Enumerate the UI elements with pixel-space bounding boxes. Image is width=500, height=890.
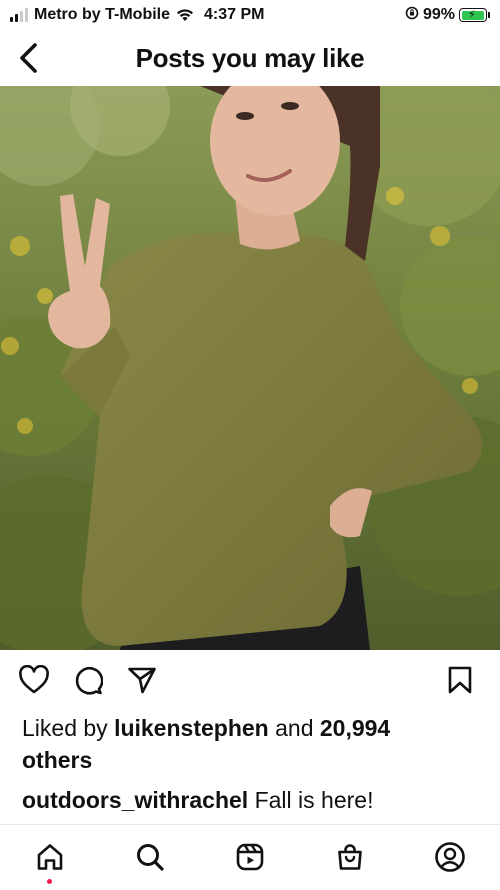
comment-icon <box>75 666 103 695</box>
comment-button[interactable] <box>72 664 104 696</box>
tab-home[interactable] <box>32 839 68 875</box>
page-title: Posts you may like <box>135 42 365 73</box>
tab-shop[interactable] <box>332 839 368 875</box>
shop-icon <box>338 844 362 870</box>
send-icon <box>128 667 156 694</box>
search-icon <box>137 844 164 871</box>
heart-icon <box>19 665 49 694</box>
likes-summary: Liked by luikenstephen and 20,994 others <box>22 712 482 776</box>
caption-text: Fall is here! <box>248 787 374 813</box>
battery-icon: ⚡ <box>459 8 490 22</box>
status-time: 4:37 PM <box>204 6 265 23</box>
status-bar: Metro by T-Mobile 4:37 PM 99% ⚡ <box>0 0 500 30</box>
home-icon <box>37 844 63 870</box>
tab-reels[interactable] <box>232 839 268 875</box>
battery-percent: 99% <box>422 6 455 23</box>
caption-username[interactable]: outdoors_withrachel <box>22 787 248 813</box>
wifi-icon <box>176 8 194 22</box>
bottom-tab-bar <box>0 824 500 890</box>
save-button[interactable] <box>444 664 476 696</box>
cellular-signal-icon <box>10 8 28 22</box>
carrier-name: Metro by T-Mobile <box>34 6 170 23</box>
likes-prefix: Liked by <box>22 715 115 741</box>
likes-middle: and <box>268 715 320 741</box>
back-button[interactable] <box>10 38 46 78</box>
post-action-bar <box>0 660 500 704</box>
orientation-lock-icon <box>405 6 419 25</box>
chevron-left-icon <box>20 43 37 73</box>
profile-icon <box>435 842 465 872</box>
tab-search[interactable] <box>132 839 168 875</box>
likes-suffix[interactable]: others <box>22 747 92 773</box>
reels-icon <box>236 843 264 871</box>
post-caption: outdoors_withrachel Fall is here! <box>22 784 482 816</box>
share-button[interactable] <box>126 664 158 696</box>
tab-profile[interactable] <box>432 839 468 875</box>
bookmark-icon <box>448 666 472 694</box>
post-image[interactable] <box>0 86 500 650</box>
likes-count[interactable]: 20,994 <box>320 715 390 741</box>
page-header: Posts you may like <box>0 30 500 86</box>
notification-dot <box>47 879 52 884</box>
liked-by-username[interactable]: luikenstephen <box>114 715 269 741</box>
like-button[interactable] <box>18 664 50 696</box>
